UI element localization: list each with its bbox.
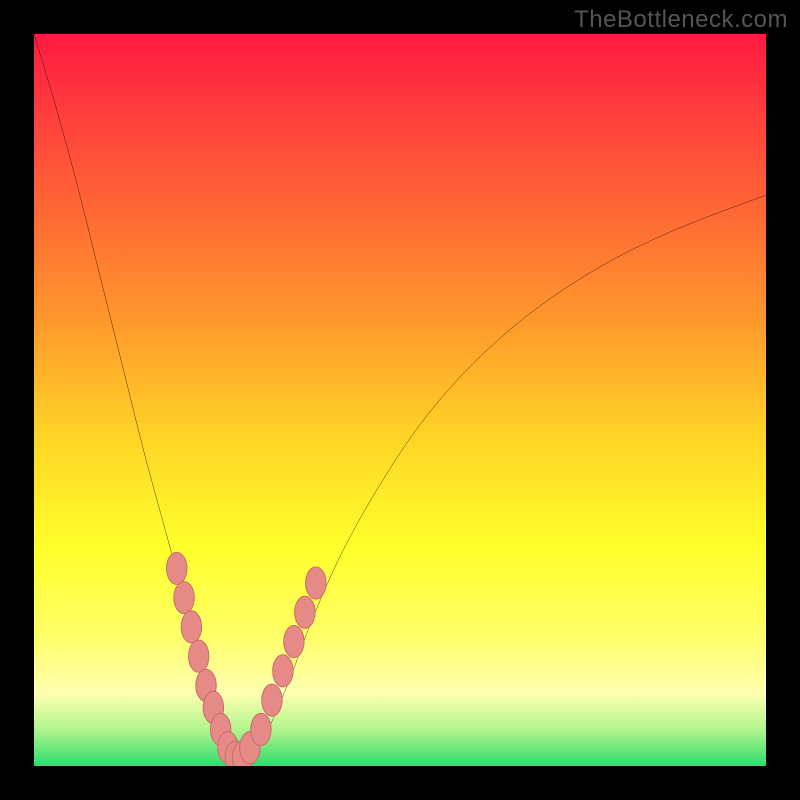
marker-dot [262,684,282,716]
marker-dot [181,611,201,643]
marker-dot [295,596,315,628]
marker-dot [284,625,304,657]
marker-dot [188,640,208,672]
marker-dot [251,713,271,745]
highlight-markers [166,552,326,766]
marker-dot [306,567,326,599]
curve-svg [34,34,766,766]
plot-gradient-area [34,34,766,766]
chart-frame: TheBottleneck.com [0,0,800,800]
marker-dot [174,582,194,614]
marker-dot [166,552,186,584]
marker-dot [273,655,293,687]
bottleneck-curve [34,34,766,760]
watermark-text: TheBottleneck.com [574,6,788,34]
